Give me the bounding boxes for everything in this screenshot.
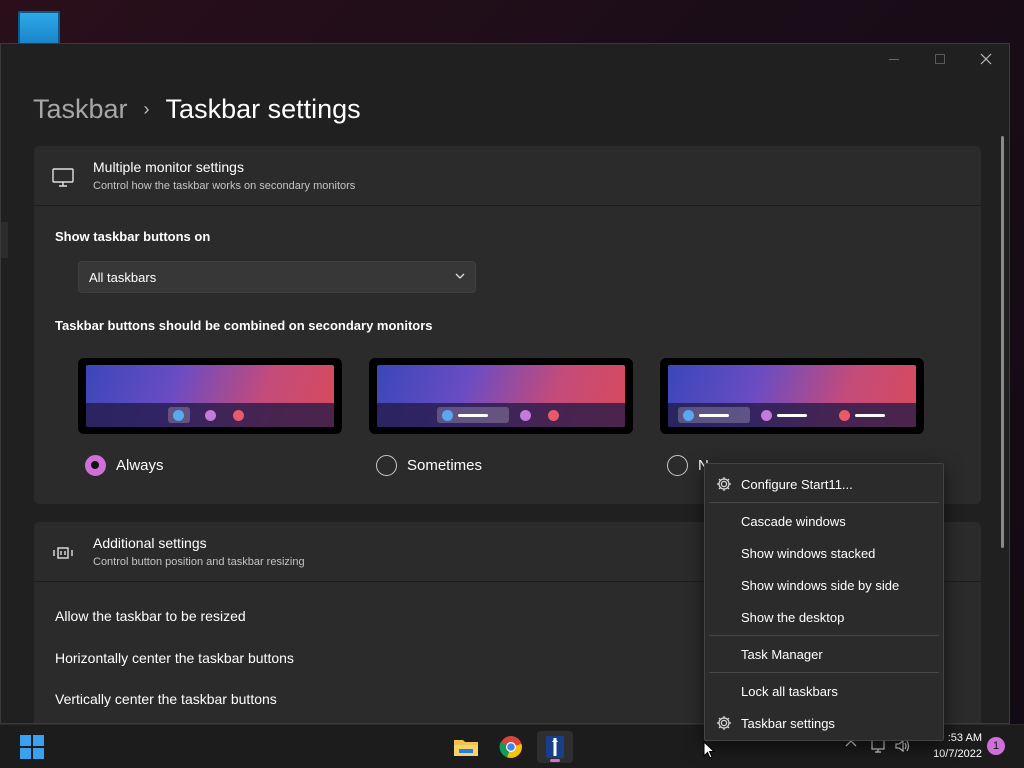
gear-icon bbox=[717, 477, 731, 491]
setting-row-horizontal-center[interactable]: Horizontally center the taskbar buttons bbox=[55, 650, 294, 666]
taskbar-context-menu: Configure Start11... Cascade windows Sho… bbox=[704, 463, 944, 741]
menu-item-lock-all-taskbars[interactable]: Lock all taskbars bbox=[705, 676, 943, 706]
breadcrumb: Taskbar › Taskbar settings bbox=[33, 94, 361, 125]
preview-taskbar bbox=[668, 403, 916, 427]
start-windows-icon[interactable] bbox=[20, 735, 44, 759]
menu-item-label: Cascade windows bbox=[741, 513, 846, 529]
active-app-indicator bbox=[550, 759, 560, 762]
clock-date: 10/7/2022 bbox=[933, 748, 982, 760]
radio-circle[interactable] bbox=[376, 455, 397, 476]
radio-label-sometimes: Sometimes bbox=[407, 457, 483, 474]
taskbar-resize-icon bbox=[53, 547, 73, 559]
chevron-down-icon bbox=[455, 273, 465, 279]
menu-separator bbox=[709, 635, 939, 636]
show-buttons-dropdown[interactable]: All taskbars bbox=[78, 261, 476, 293]
maximize-button[interactable] bbox=[917, 44, 963, 74]
radio-never[interactable]: N bbox=[667, 455, 709, 476]
menu-item-show-windows-stacked[interactable]: Show windows stacked bbox=[705, 538, 943, 568]
preview-screen bbox=[86, 365, 334, 427]
menu-item-label: Show windows stacked bbox=[741, 545, 876, 561]
nav-collapsed-tab[interactable] bbox=[1, 222, 8, 258]
window-controls bbox=[871, 44, 1009, 74]
maximize-icon bbox=[935, 54, 945, 64]
show-buttons-label: Show taskbar buttons on bbox=[55, 229, 211, 244]
radio-always[interactable]: Always bbox=[85, 455, 164, 476]
close-button[interactable] bbox=[963, 44, 1009, 74]
breadcrumb-parent[interactable]: Taskbar bbox=[33, 94, 128, 125]
preview-never[interactable] bbox=[660, 358, 924, 434]
additional-card-title: Additional settings bbox=[93, 535, 207, 551]
start11-icon bbox=[546, 736, 564, 758]
menu-item-cascade-windows[interactable]: Cascade windows bbox=[705, 506, 943, 536]
scrollbar[interactable] bbox=[1001, 136, 1004, 548]
desktop-monitor-icon[interactable] bbox=[18, 11, 60, 51]
menu-item-label: Taskbar settings bbox=[741, 715, 835, 731]
radio-circle-checked[interactable] bbox=[85, 455, 106, 476]
minimize-button[interactable] bbox=[871, 44, 917, 74]
menu-item-label: Lock all taskbars bbox=[741, 683, 838, 699]
start11-button[interactable] bbox=[537, 731, 573, 763]
notification-badge[interactable]: 1 bbox=[987, 737, 1005, 755]
setting-row-resize[interactable]: Allow the taskbar to be resized bbox=[55, 608, 246, 624]
monitor-card-title: Multiple monitor settings bbox=[93, 159, 244, 175]
menu-item-configure-start11[interactable]: Configure Start11... bbox=[705, 469, 943, 499]
close-icon bbox=[980, 53, 992, 65]
radio-circle[interactable] bbox=[667, 455, 688, 476]
chrome-button[interactable] bbox=[493, 731, 529, 763]
monitor-icon bbox=[52, 168, 74, 187]
file-explorer-button[interactable] bbox=[448, 731, 484, 763]
monitor-card-header[interactable]: Multiple monitor settings Control how th… bbox=[34, 146, 981, 206]
monitor-card-subtitle: Control how the taskbar works on seconda… bbox=[93, 180, 356, 192]
additional-card-subtitle: Control button position and taskbar resi… bbox=[93, 556, 305, 568]
preview-screen bbox=[668, 365, 916, 427]
menu-item-show-desktop[interactable]: Show the desktop bbox=[705, 602, 943, 632]
menu-item-label: Show windows side by side bbox=[741, 577, 900, 593]
mouse-cursor-icon bbox=[703, 741, 715, 759]
preview-always[interactable] bbox=[78, 358, 342, 434]
menu-item-taskbar-settings[interactable]: Taskbar settings bbox=[705, 708, 943, 738]
multiple-monitor-card: Multiple monitor settings Control how th… bbox=[34, 146, 981, 504]
preview-taskbar bbox=[377, 403, 625, 427]
menu-item-label: Configure Start11... bbox=[741, 476, 853, 492]
page-title: Taskbar settings bbox=[165, 94, 361, 124]
chrome-icon bbox=[499, 736, 522, 758]
menu-item-label: Task Manager bbox=[741, 646, 823, 662]
breadcrumb-separator: › bbox=[143, 99, 150, 119]
gear-icon bbox=[717, 716, 731, 730]
menu-item-label: Show the desktop bbox=[741, 609, 845, 625]
combine-buttons-label: Taskbar buttons should be combined on se… bbox=[55, 318, 433, 333]
menu-item-task-manager[interactable]: Task Manager bbox=[705, 639, 943, 669]
radio-label-always: Always bbox=[116, 457, 164, 474]
preview-taskbar bbox=[86, 403, 334, 427]
dropdown-value: All taskbars bbox=[89, 269, 157, 285]
preview-screen bbox=[377, 365, 625, 427]
menu-separator bbox=[709, 502, 939, 503]
file-explorer-icon bbox=[454, 740, 478, 756]
minimize-icon bbox=[889, 58, 899, 60]
radio-sometimes[interactable]: Sometimes bbox=[376, 455, 482, 476]
menu-item-show-windows-side-by-side[interactable]: Show windows side by side bbox=[705, 570, 943, 600]
preview-sometimes[interactable] bbox=[369, 358, 633, 434]
setting-row-vertical-center[interactable]: Vertically center the taskbar buttons bbox=[55, 691, 277, 707]
menu-separator bbox=[709, 672, 939, 673]
